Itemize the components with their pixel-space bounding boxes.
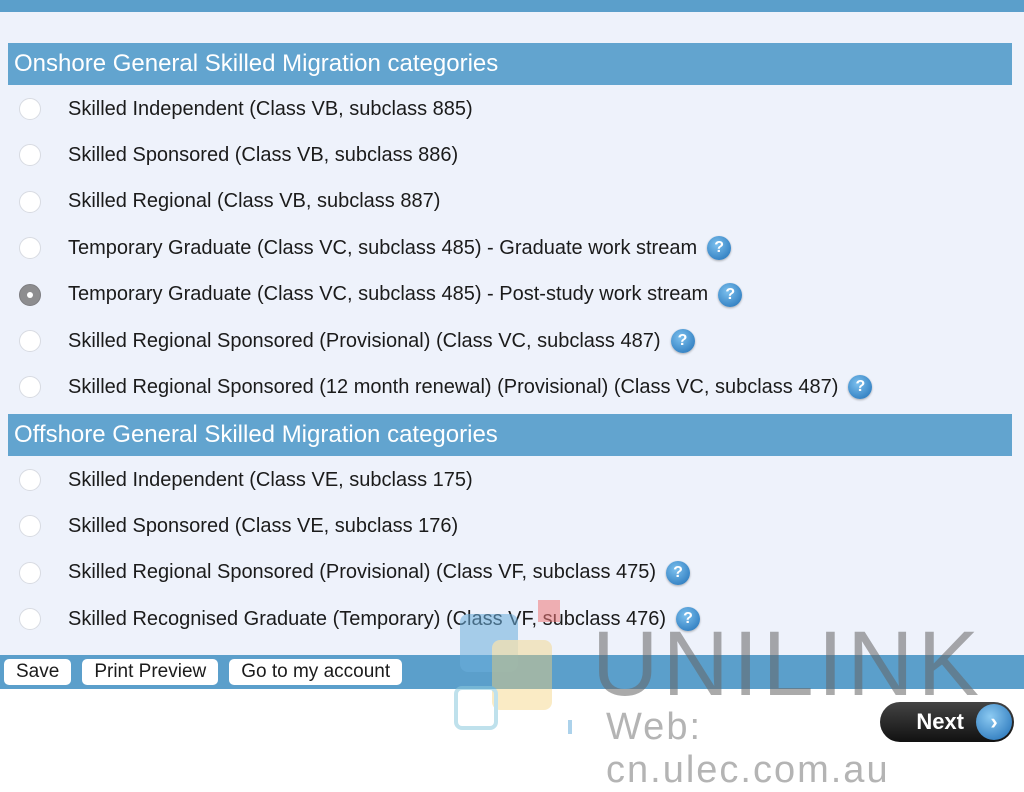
option-label: Skilled Recognised Graduate (Temporary) … <box>68 607 667 630</box>
print-preview-button[interactable]: Print Preview <box>82 659 219 685</box>
radio[interactable] <box>19 469 41 491</box>
radio[interactable] <box>19 376 41 399</box>
onshore-option[interactable]: Skilled Sponsored (Class VB, subclass 88… <box>0 135 458 175</box>
option-label: Skilled Regional Sponsored (Provisional)… <box>68 329 661 352</box>
offshore-option[interactable]: Skilled Sponsored (Class VE, subclass 17… <box>0 506 458 546</box>
help-icon[interactable]: ? <box>848 375 873 400</box>
onshore-option[interactable]: Skilled Regional (Class VB, subclass 887… <box>0 182 440 222</box>
onshore-option[interactable]: Skilled Regional Sponsored (12 month ren… <box>0 367 873 407</box>
help-icon[interactable]: ? <box>670 329 695 353</box>
offshore-section-header: Offshore General Skilled Migration categ… <box>8 414 1012 456</box>
onshore-section-header: Onshore General Skilled Migration catego… <box>8 43 1012 85</box>
option-label: Skilled Regional Sponsored (Provisional)… <box>68 561 657 584</box>
radio[interactable] <box>19 144 41 167</box>
option-label: Skilled Regional Sponsored (12 month ren… <box>68 375 839 398</box>
option-label: Skilled Sponsored (Class VB, subclass 88… <box>68 143 459 166</box>
next-label: Next <box>916 709 964 734</box>
radio-checked[interactable] <box>19 283 41 306</box>
radio[interactable] <box>19 561 41 584</box>
radio-dot <box>27 291 33 298</box>
help-icon[interactable]: ? <box>666 560 691 585</box>
go-to-account-button[interactable]: Go to my account <box>229 659 403 685</box>
help-icon[interactable]: ? <box>676 607 701 632</box>
option-label: Skilled Sponsored (Class VE, subclass 17… <box>68 514 459 537</box>
radio[interactable] <box>19 237 41 260</box>
save-button[interactable]: Save <box>4 659 72 685</box>
button-bar: Save Print Preview Go to my account <box>0 655 1024 689</box>
onshore-option[interactable]: Skilled Regional Sponsored (Provisional)… <box>0 321 695 361</box>
option-label: Temporary Graduate (Class VC, subclass 4… <box>68 283 709 306</box>
onshore-option[interactable]: Temporary Graduate (Class VC, subclass 4… <box>0 228 732 268</box>
help-icon[interactable]: ? <box>718 282 743 307</box>
top-bar <box>0 0 1024 12</box>
radio[interactable] <box>19 330 41 352</box>
next-button[interactable]: Next › <box>880 702 1014 742</box>
offshore-option[interactable]: Skilled Recognised Graduate (Temporary) … <box>0 599 701 639</box>
option-label: Skilled Independent (Class VB, subclass … <box>68 97 473 120</box>
radio[interactable] <box>19 515 41 538</box>
radio[interactable] <box>19 608 41 631</box>
chevron-right-icon: › <box>976 704 1012 740</box>
onshore-option[interactable]: Temporary Graduate (Class VC, subclass 4… <box>0 275 743 315</box>
offshore-option[interactable]: Skilled Regional Sponsored (Provisional)… <box>0 553 691 593</box>
radio[interactable] <box>19 98 41 120</box>
help-icon[interactable]: ? <box>707 236 732 261</box>
offshore-option[interactable]: Skilled Independent (Class VE, subclass … <box>0 460 473 500</box>
option-label: Temporary Graduate (Class VC, subclass 4… <box>68 236 698 259</box>
watermark-web: Web: cn.ulec.com.au <box>606 706 890 791</box>
radio[interactable] <box>19 190 41 213</box>
option-label: Skilled Regional (Class VB, subclass 887… <box>68 190 441 213</box>
option-label: Skilled Independent (Class VE, subclass … <box>68 468 473 491</box>
onshore-option[interactable]: Skilled Independent (Class VB, subclass … <box>0 89 473 129</box>
